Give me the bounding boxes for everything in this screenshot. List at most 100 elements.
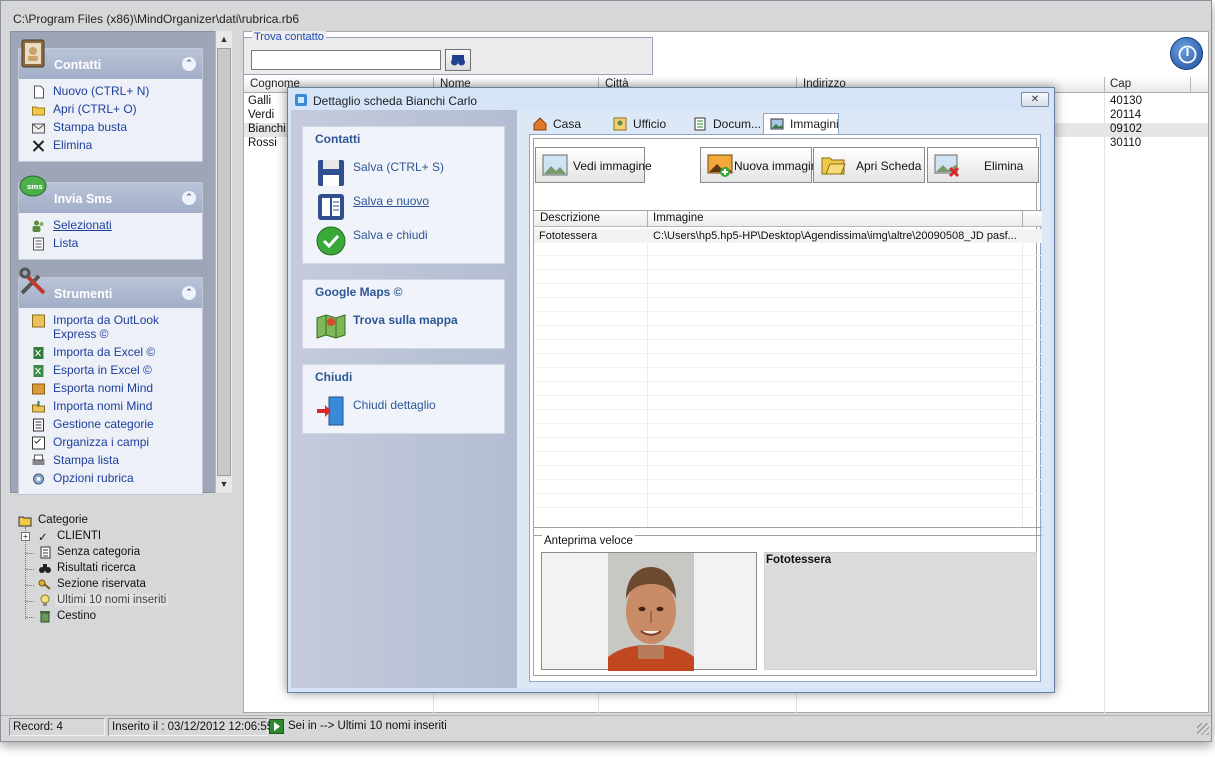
tree-item-sezione-riservata[interactable]: Sezione riservata (18, 577, 218, 593)
group-header-strumenti[interactable]: Strumenti ⌃ (19, 267, 202, 308)
images-list: Descrizione Immagine Fototessera C:\User… (534, 210, 1042, 528)
app-window: C:\Program Files (x86)\MindOrganizer\dat… (0, 0, 1212, 742)
collapse-icon[interactable]: ⌃ (182, 286, 196, 300)
search-input[interactable] (251, 50, 441, 70)
nav-item-nuovo[interactable]: Nuovo (CTRL+ N) (19, 83, 202, 101)
nav-item-selezionati[interactable]: Selezionati (19, 217, 202, 235)
status-location: Sei in --> Ultimi 10 nomi inseriti (288, 720, 447, 732)
app-icon (295, 94, 307, 106)
document-icon (694, 117, 706, 131)
excel-import-icon (33, 347, 44, 359)
nav-item-stampa-lista[interactable]: Stampa lista (19, 452, 202, 470)
scroll-down-icon[interactable]: ▼ (216, 476, 232, 492)
open-card-button[interactable]: Apri Scheda (813, 147, 925, 183)
group-title: Contatti (54, 58, 102, 72)
group-header-sms[interactable]: sms Invia Sms ⌃ (19, 175, 202, 213)
nav-item-esporta-mind[interactable]: Esporta nomi Mind (19, 380, 202, 398)
nav-item-elimina[interactable]: Elimina (19, 137, 202, 155)
nav-item-lista[interactable]: Lista (19, 235, 202, 253)
key-icon (38, 579, 51, 590)
group-header-contatti[interactable]: Contatti ⌃ (19, 39, 202, 79)
group-strumenti: Strumenti ⌃ Importa da OutLook Express ©… (18, 267, 203, 495)
close-detail-button[interactable]: Chiudi dettaglio (315, 395, 495, 427)
close-button[interactable]: ✕ (1021, 92, 1049, 107)
expand-icon[interactable]: + (21, 532, 30, 541)
save-new-icon (318, 194, 344, 220)
preview-image-box (541, 552, 757, 671)
check-circle-icon (316, 226, 346, 256)
nav-item-apri[interactable]: Apri (CTRL+ O) (19, 101, 202, 119)
document-icon (40, 546, 51, 559)
column-immagine[interactable]: Immagine (653, 212, 704, 224)
preview-caption-box: Fototessera (764, 552, 1037, 670)
new-document-icon (34, 85, 44, 99)
view-image-button[interactable]: Vedi immagine (535, 147, 652, 183)
collapse-icon[interactable]: ⌃ (182, 191, 196, 205)
floppy-save-icon (318, 160, 344, 186)
dialog-titlebar[interactable]: Dettaglio scheda Bianchi Carlo (288, 88, 1054, 112)
delete-image-icon (934, 154, 960, 178)
resize-grip-icon[interactable] (1197, 723, 1209, 735)
save-new-button[interactable]: Salva e nuovo (315, 191, 495, 223)
tree-root[interactable]: Categorie (18, 513, 218, 529)
tree-item-senza-categoria[interactable]: Senza categoria (18, 545, 218, 561)
table-row[interactable]: Fototessera C:\Users\hp5.hp5-HP\Desktop\… (534, 229, 1042, 243)
images-list-header: Descrizione Immagine (534, 211, 1042, 227)
nav-item-organizza-campi[interactable]: Organizza i campi (19, 434, 202, 452)
tab-ufficio[interactable]: Ufficio (607, 114, 666, 134)
categories-icon (33, 418, 44, 432)
save-button[interactable]: Salva (CTRL+ S) (315, 157, 495, 189)
search-button[interactable] (445, 49, 471, 71)
tab-documenti[interactable]: Docum... (687, 114, 761, 134)
scroll-thumb[interactable] (217, 48, 231, 476)
tree-item-cestino[interactable]: Cestino (18, 609, 218, 625)
delete-x-icon (32, 140, 45, 152)
tree-item-ultimi-10[interactable]: Ultimi 10 nomi inseriti (18, 593, 218, 609)
nav-item-importa-mind[interactable]: Importa nomi Mind (19, 398, 202, 416)
info-power-button[interactable] (1170, 37, 1203, 70)
nav-item-gestione-categorie[interactable]: Gestione categorie (19, 416, 202, 434)
nav-item-stampa-busta[interactable]: Stampa busta (19, 119, 202, 137)
search-group: Trova contatto (243, 31, 653, 75)
collapse-icon[interactable]: ⌃ (182, 57, 196, 71)
find-on-map-button[interactable]: Trova sulla mappa (315, 310, 495, 342)
exit-door-icon (317, 396, 344, 426)
nav-item-importa-excel[interactable]: Importa da Excel © (19, 344, 202, 362)
power-icon (1178, 45, 1197, 64)
images-frame: Vedi immagine Nuova immagine Apri Scheda (533, 138, 1042, 676)
nav-item-esporta-excel[interactable]: Esporta in Excel © (19, 362, 202, 380)
save-close-button[interactable]: Salva e chiudi (315, 225, 495, 257)
tab-immagini[interactable]: Immagini (763, 113, 839, 135)
new-image-icon (707, 154, 733, 177)
tree-item-risultati-ricerca[interactable]: Risultati ricerca (18, 561, 218, 577)
column-cap[interactable]: Cap (1110, 78, 1131, 90)
binoculars-icon (451, 55, 465, 66)
tree-item-clienti[interactable]: + ✓ CLIENTI (18, 529, 218, 545)
excel-export-icon (33, 365, 44, 377)
new-image-button[interactable]: Nuova immagine (700, 147, 824, 183)
tab-casa[interactable]: Casa (527, 114, 581, 134)
nav-scrollbar[interactable]: ▲ ▼ (215, 31, 232, 493)
category-tree: Categorie + ✓ CLIENTI Senza categoria Ri… (18, 513, 218, 625)
action-section-contatti: Contatti Salva (CTRL+ S) Salva e nuovo S… (302, 126, 505, 264)
sms-icon: sms (19, 175, 47, 197)
status-record: Record: 4 (9, 718, 105, 736)
scroll-up-icon[interactable]: ▲ (216, 31, 232, 47)
dialog-body: Contatti Salva (CTRL+ S) Salva e nuovo S… (291, 110, 1051, 688)
column-descrizione[interactable]: Descrizione (540, 212, 600, 224)
checkmark-icon: ✓ (38, 532, 48, 544)
group-contatti: Contatti ⌃ Nuovo (CTRL+ N) Apri (CTRL+ O… (18, 39, 203, 162)
house-icon (533, 117, 547, 131)
bulb-icon (40, 594, 50, 606)
image-icon (770, 118, 784, 130)
delete-image-button[interactable]: Elimina (927, 147, 1039, 183)
users-icon (32, 220, 44, 232)
folder-open-icon (821, 157, 846, 175)
office-icon (613, 117, 627, 131)
detail-dialog: Dettaglio scheda Bianchi Carlo ✕ Contatt… (287, 87, 1055, 693)
nav-item-opzioni-rubrica[interactable]: Opzioni rubrica (19, 470, 202, 488)
options-icon (33, 473, 44, 485)
printer-icon (32, 454, 45, 465)
mind-import-icon (32, 401, 45, 413)
nav-item-importa-outlook[interactable]: Importa da OutLook Express © (19, 312, 202, 344)
